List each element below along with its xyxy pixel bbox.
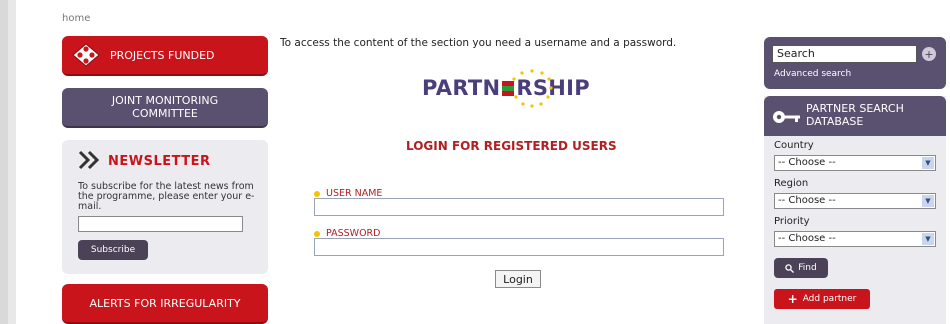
joint-monitoring-committee-label: JOINT MONITORING COMMITTEE: [111, 94, 219, 120]
required-dot-icon: [314, 190, 320, 197]
region-label: Region: [774, 178, 809, 189]
add-partner-label: Add partner: [802, 294, 857, 304]
search-box: Search + Advanced search: [764, 37, 946, 89]
newsletter-title: NEWSLETTER: [108, 154, 211, 169]
partner-search-header[interactable]: PARTNER SEARCH DATABASE: [764, 96, 946, 136]
subscribe-button[interactable]: Subscribe: [78, 240, 148, 260]
access-message: To access the content of the section you…: [280, 37, 677, 49]
newsletter-text: To subscribe for the latest news from th…: [78, 181, 255, 212]
country-label: Country: [774, 140, 814, 151]
chevron-down-icon: ▼: [922, 233, 934, 245]
required-dot-icon: [314, 230, 320, 237]
chevron-down-icon: ▼: [922, 195, 934, 207]
login-button[interactable]: Login: [495, 270, 541, 288]
country-select-value: -- Choose --: [778, 157, 836, 168]
username-input[interactable]: [314, 198, 724, 216]
advanced-search-link[interactable]: Advanced search: [774, 69, 851, 79]
chevron-double-right-icon: [78, 150, 102, 170]
stars-ring-icon: [512, 69, 553, 108]
region-select[interactable]: -- Choose -- ▼: [774, 193, 936, 209]
find-button[interactable]: Find: [774, 258, 828, 278]
region-select-value: -- Choose --: [778, 195, 836, 206]
partnership-logo: PARTN RSHIP: [422, 66, 612, 112]
password-input[interactable]: [314, 238, 724, 256]
partner-search-panel: PARTNER SEARCH DATABASE Country -- Choos…: [764, 96, 946, 324]
priority-label: Priority: [774, 216, 810, 227]
plus-icon: +: [787, 292, 798, 306]
projects-funded-label: PROJECTS FUNDED: [110, 48, 215, 62]
login-title: LOGIN FOR REGISTERED USERS: [406, 139, 617, 153]
chevron-down-icon: ▼: [922, 157, 934, 169]
plus-circle-icon[interactable]: +: [922, 47, 936, 61]
find-label: Find: [798, 263, 817, 273]
breadcrumb[interactable]: home: [62, 13, 90, 24]
priority-select[interactable]: -- Choose -- ▼: [774, 231, 936, 247]
newsletter-email-input[interactable]: [78, 216, 243, 232]
add-partner-button[interactable]: + Add partner: [774, 289, 870, 309]
projects-funded-icon: [72, 43, 100, 67]
left-edge-bar: [0, 0, 8, 324]
search-input[interactable]: Search: [772, 45, 917, 63]
key-icon: [773, 111, 800, 123]
alerts-for-irregularity-button[interactable]: ALERTS FOR IRREGULARITY: [62, 284, 268, 324]
page: home PROJECTS FUNDED JOINT MONITORING CO…: [16, 0, 950, 324]
joint-monitoring-committee-button[interactable]: JOINT MONITORING COMMITTEE: [62, 88, 268, 128]
priority-select-value: -- Choose --: [778, 233, 836, 244]
projects-funded-button[interactable]: PROJECTS FUNDED: [62, 36, 268, 76]
country-select[interactable]: -- Choose -- ▼: [774, 155, 936, 171]
newsletter-box: NEWSLETTER To subscribe for the latest n…: [62, 140, 268, 274]
search-icon: [785, 263, 795, 273]
partner-search-title: PARTNER SEARCH DATABASE: [806, 102, 904, 128]
alerts-for-irregularity-label: ALERTS FOR IRREGULARITY: [89, 296, 241, 310]
